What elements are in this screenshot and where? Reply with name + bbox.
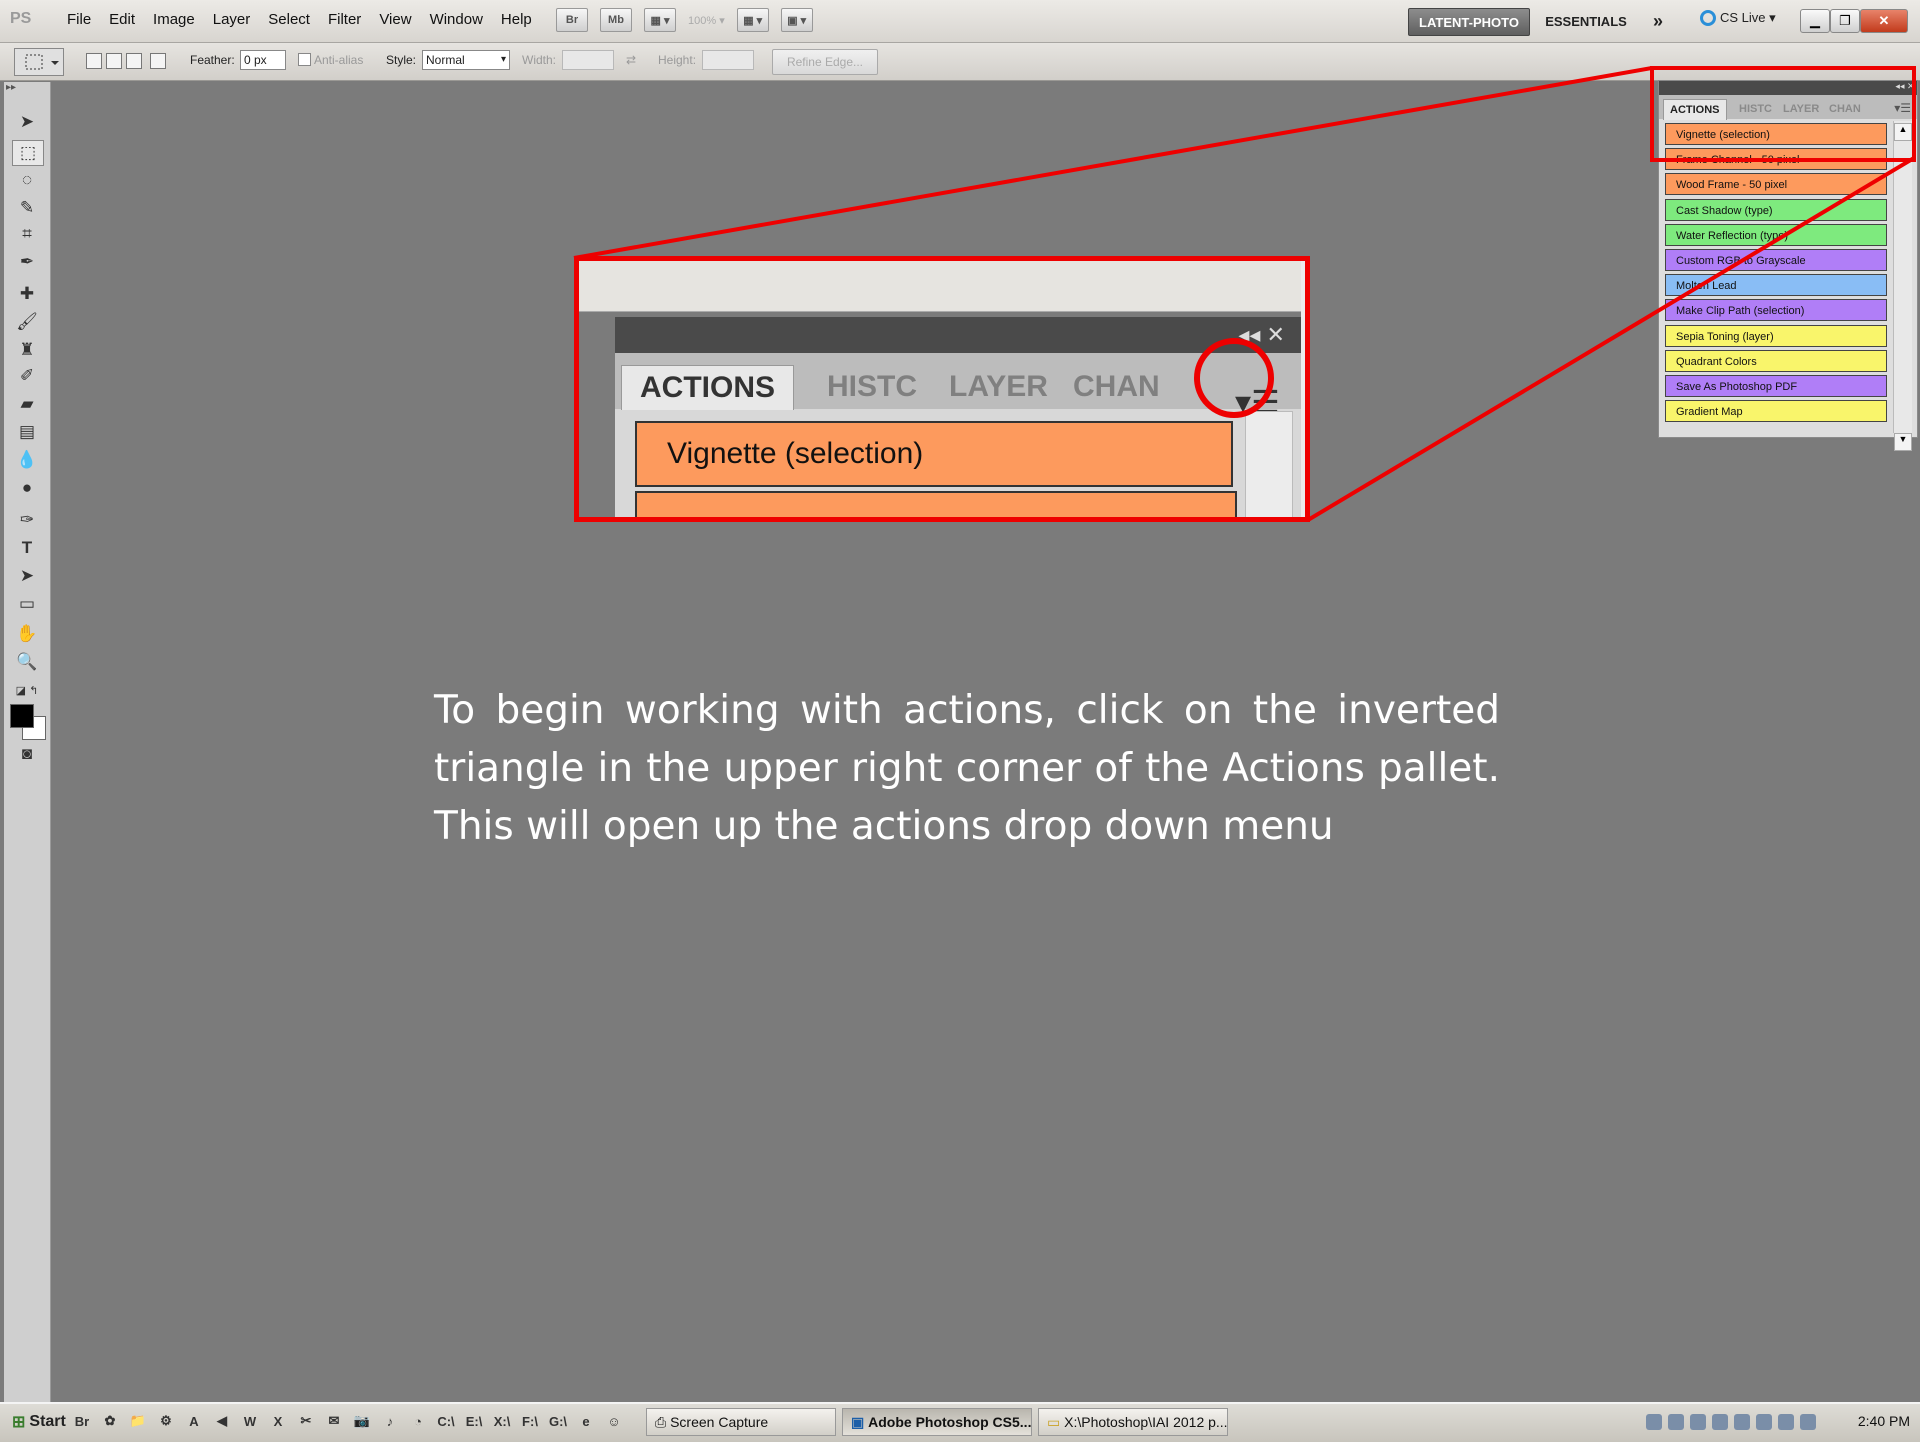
quick-launch-icon[interactable]: ◀ xyxy=(212,1410,232,1432)
zoom-action-vignette: Vignette (selection) xyxy=(635,421,1233,487)
zoom-action-next xyxy=(635,491,1237,517)
zoom-tab-actions: ACTIONS xyxy=(621,365,794,410)
tray-security-icon[interactable] xyxy=(1690,1414,1706,1430)
quick-launch-icon[interactable]: G:\ xyxy=(548,1410,568,1432)
start-label: Start xyxy=(29,1413,66,1430)
quick-launch-icon[interactable]: ☺ xyxy=(604,1410,624,1432)
zoom-tab-layers: LAYER xyxy=(949,370,1048,403)
tray-battery-icon[interactable] xyxy=(1778,1414,1794,1430)
quick-launch-icon[interactable]: ⚙ xyxy=(156,1410,176,1432)
taskbar: ⊞ Start Br ✿ 📁 ⚙ A ◀ W X ✂ ✉ 📷 ♪ ◔ C:\ E:\ X:\ F:\ G:\ e ☺ … xyxy=(0,1402,1920,1442)
camera-icon: ⎙ xyxy=(655,1413,671,1430)
quick-launch-icon[interactable]: W xyxy=(240,1410,260,1432)
quick-launch-icon[interactable]: ♪ xyxy=(380,1410,400,1432)
tray-sync-icon[interactable] xyxy=(1800,1414,1816,1430)
quick-launch-icon[interactable]: ✿ xyxy=(100,1410,120,1432)
task-label-screen-capture: Screen Capture xyxy=(670,1414,769,1430)
menu-button-highlight-circle xyxy=(1194,338,1274,418)
task-screen-capture[interactable]: ⎙ Screen Capture xyxy=(646,1408,836,1436)
photoshop-icon: ▣ xyxy=(851,1413,869,1430)
clock[interactable]: 2:40 PM xyxy=(1858,1413,1910,1429)
quick-launch-icon[interactable]: X xyxy=(268,1410,288,1432)
zoom-tab-channels: CHAN xyxy=(1073,370,1160,403)
folder-icon: ▭ xyxy=(1047,1413,1065,1430)
quick-launch-icon[interactable]: F:\ xyxy=(520,1410,540,1432)
quick-launch-icon[interactable]: ◔ xyxy=(408,1410,428,1432)
start-button[interactable]: ⊞ Start xyxy=(4,1408,74,1436)
tray-display-icon[interactable] xyxy=(1756,1414,1772,1430)
tray-update-icon[interactable] xyxy=(1712,1414,1728,1430)
zoom-scrollbar xyxy=(1245,411,1293,517)
windows-logo-icon: ⊞ xyxy=(12,1414,26,1431)
instruction-text: To begin working with actions, click on … xyxy=(434,688,1500,849)
zoom-actions-panel: ◂◂ ✕ ACTIONS HISTC LAYER CHAN ▾☰ Vignett… xyxy=(615,317,1301,517)
quick-launch-icon[interactable]: 📁 xyxy=(128,1410,148,1432)
zoom-options-strip xyxy=(579,261,1301,312)
tray-device-icon[interactable] xyxy=(1734,1414,1750,1430)
zoom-tab-history: HISTC xyxy=(827,370,917,403)
task-label-photoshop: Adobe Photoshop CS5... xyxy=(868,1414,1032,1430)
zoom-edge-strip xyxy=(1301,261,1305,517)
tray-volume-icon[interactable] xyxy=(1668,1414,1684,1430)
task-explorer[interactable]: ▭ X:\Photoshop\IAI 2012 p... xyxy=(1038,1408,1228,1436)
quick-launch-icon[interactable]: E:\ xyxy=(464,1410,484,1432)
quick-launch-icon[interactable]: e xyxy=(576,1410,596,1432)
quick-launch-icon[interactable]: A xyxy=(184,1410,204,1432)
quick-launch-icon[interactable]: ✂ xyxy=(296,1410,316,1432)
quick-launch-icon[interactable]: 📷 xyxy=(352,1410,372,1432)
quick-launch-icon[interactable]: ✉ xyxy=(324,1410,344,1432)
task-label-explorer: X:\Photoshop\IAI 2012 p... xyxy=(1064,1414,1228,1430)
quick-launch-icon[interactable]: Br xyxy=(72,1410,92,1432)
tray-network-icon[interactable] xyxy=(1646,1414,1662,1430)
task-photoshop[interactable]: ▣ Adobe Photoshop CS5... xyxy=(842,1408,1032,1436)
panel-highlight-box xyxy=(1650,66,1916,162)
zoom-panel-header: ◂◂ ✕ xyxy=(615,317,1301,353)
quick-launch-icon[interactable]: C:\ xyxy=(436,1410,456,1432)
quick-launch-icon[interactable]: X:\ xyxy=(492,1410,512,1432)
